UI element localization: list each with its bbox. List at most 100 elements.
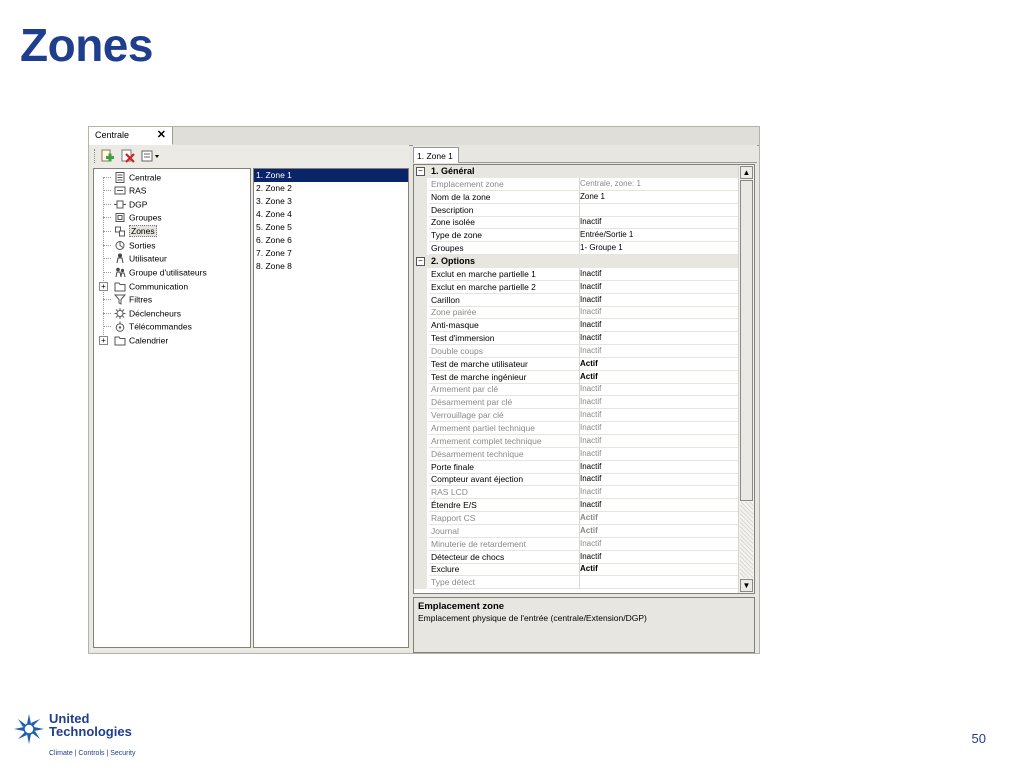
property-value[interactable]: Actif [578,525,742,538]
zone-list-item-6[interactable]: 6. Zone 6 [254,234,408,247]
property-value[interactable]: Inactif [578,332,742,346]
toolbar-grip[interactable] [94,149,97,163]
property-row[interactable]: Carillon Inactif [414,293,742,307]
vertical-scrollbar[interactable]: ▲ ▼ [738,165,754,593]
close-tab-icon[interactable]: ✕ [157,128,166,141]
property-row[interactable]: Anti-masque Inactif [414,319,742,333]
property-value[interactable]: 1- Groupe 1 [578,242,742,256]
expand-communication-icon[interactable]: + [99,282,108,291]
property-value[interactable]: Entrée/Sortie 1 [578,229,742,243]
property-row[interactable]: Type détect [414,576,742,590]
property-row[interactable]: Exclure Actif [414,563,742,577]
view-options-dropdown-icon[interactable] [140,148,162,164]
property-value[interactable]: Inactif [578,538,742,551]
tree-item-declencheurs[interactable]: Déclencheurs [114,307,181,320]
property-value[interactable]: Inactif [578,268,742,281]
property-value[interactable]: Zone 1 [578,191,742,204]
category-general[interactable]: −1. Général [414,165,740,178]
property-row[interactable]: Test de marche utilisateur Actif [414,357,742,371]
property-value[interactable]: Actif [578,371,742,384]
zone-list-item-4[interactable]: 4. Zone 4 [254,208,408,221]
collapse-category-icon[interactable]: − [416,167,425,176]
property-row[interactable]: Groupes 1- Groupe 1 [414,242,742,256]
zone-list-item-2[interactable]: 2. Zone 2 [254,182,408,195]
property-value[interactable]: Actif [578,512,742,525]
property-row[interactable]: Exclut en marche partielle 2 Inactif [414,280,742,294]
property-value[interactable]: Inactif [578,409,742,423]
property-row[interactable]: Compteur avant éjection Inactif [414,473,742,487]
property-row[interactable]: Détecteur de chocs Inactif [414,550,742,564]
property-row[interactable]: Emplacement zone Centrale, zone: 1 [414,177,742,191]
property-value[interactable]: Inactif [578,486,742,500]
tree-item-filtres[interactable]: Filtres [114,293,152,306]
property-row[interactable]: Zone pairée Inactif [414,306,742,320]
property-row[interactable]: Étendre E/S Inactif [414,499,742,513]
property-value[interactable]: Inactif [578,435,742,448]
scroll-thumb[interactable] [740,180,753,501]
tree-item-sorties[interactable]: Sorties [114,239,155,252]
tree-item-ras[interactable]: RAS [114,184,146,197]
property-row[interactable]: Journal Actif [414,524,742,538]
document-tab-centrale[interactable]: Centrale ✕ [89,127,173,145]
property-row[interactable]: Armement partiel technique Inactif [414,422,742,435]
property-value[interactable] [578,204,742,217]
property-value[interactable]: Inactif [578,448,742,461]
property-row[interactable]: Minuterie de retardement Inactif [414,537,742,551]
property-value[interactable]: Inactif [578,294,742,307]
tree-item-zones[interactable]: Zones [114,225,157,238]
property-row[interactable]: Désarmement par clé Inactif [414,396,742,410]
property-row[interactable]: Nom de la zone Zone 1 [414,190,742,204]
property-value[interactable]: Actif [578,358,742,371]
category-options[interactable]: −2. Options [414,254,740,268]
property-value[interactable]: Actif [578,563,742,577]
scroll-down-icon[interactable]: ▼ [740,579,753,592]
property-value[interactable]: Inactif [578,216,742,230]
property-value[interactable]: Inactif [578,306,742,320]
zone-list-item-1[interactable]: 1. Zone 1 [254,169,408,182]
add-item-icon[interactable] [100,148,116,164]
property-value[interactable]: Inactif [578,422,742,435]
tab-zone-1[interactable]: 1. Zone 1 [413,147,459,163]
tree-item-calendrier[interactable]: Calendrier [114,334,168,347]
property-value[interactable]: Inactif [578,319,742,333]
expand-calendrier-icon[interactable]: + [99,336,108,345]
property-value[interactable] [578,576,742,590]
property-value[interactable]: Inactif [578,396,742,410]
property-row[interactable]: Porte finale Inactif [414,460,742,474]
property-row[interactable]: Double coups Inactif [414,344,742,358]
tree-item-groupes[interactable]: Groupes [114,211,162,224]
property-row[interactable]: Zone isolée Inactif [414,216,742,230]
property-row[interactable]: Test d'immersion Inactif [414,332,742,346]
property-row[interactable]: Description [414,203,742,217]
property-row[interactable]: Exclut en marche partielle 1 Inactif [414,267,742,281]
property-value[interactable]: Inactif [578,281,742,294]
property-value[interactable]: Centrale, zone: 1 [578,178,742,191]
property-row[interactable]: Armement par clé Inactif [414,383,742,397]
delete-item-icon[interactable] [120,148,136,164]
scroll-track[interactable] [740,502,753,578]
zone-list-item-5[interactable]: 5. Zone 5 [254,221,408,234]
property-row[interactable]: Test de marche ingénieur Actif [414,370,742,384]
property-row[interactable]: RAS LCD Inactif [414,486,742,500]
property-value[interactable]: Inactif [578,383,742,397]
tree-item-groupe-utilisateurs[interactable]: Groupe d'utilisateurs [114,266,207,279]
collapse-category-icon[interactable]: − [416,256,425,266]
property-row[interactable]: Désarmement technique Inactif [414,447,742,461]
zone-list-item-3[interactable]: 3. Zone 3 [254,195,408,208]
zone-list-item-7[interactable]: 7. Zone 7 [254,247,408,260]
tree-item-utilisateur[interactable]: Utilisateur [114,252,167,265]
property-value[interactable]: Inactif [578,551,742,564]
tree-item-telecommandes[interactable]: Télécommandes [114,320,192,333]
property-value[interactable]: Inactif [578,345,742,358]
tree-item-communication[interactable]: Communication [114,280,188,293]
scroll-up-icon[interactable]: ▲ [740,166,753,179]
property-row[interactable]: Type de zone Entrée/Sortie 1 [414,229,742,243]
property-value[interactable]: Inactif [578,461,742,474]
property-row[interactable]: Armement complet technique Inactif [414,434,742,448]
property-row[interactable]: Verrouillage par clé Inactif [414,409,742,423]
tree-item-dgp[interactable]: DGP [114,198,147,211]
property-value[interactable]: Inactif [578,473,742,487]
property-value[interactable]: Inactif [578,499,742,513]
zone-list-item-8[interactable]: 8. Zone 8 [254,260,408,273]
tree-item-centrale[interactable]: Centrale [114,171,161,184]
